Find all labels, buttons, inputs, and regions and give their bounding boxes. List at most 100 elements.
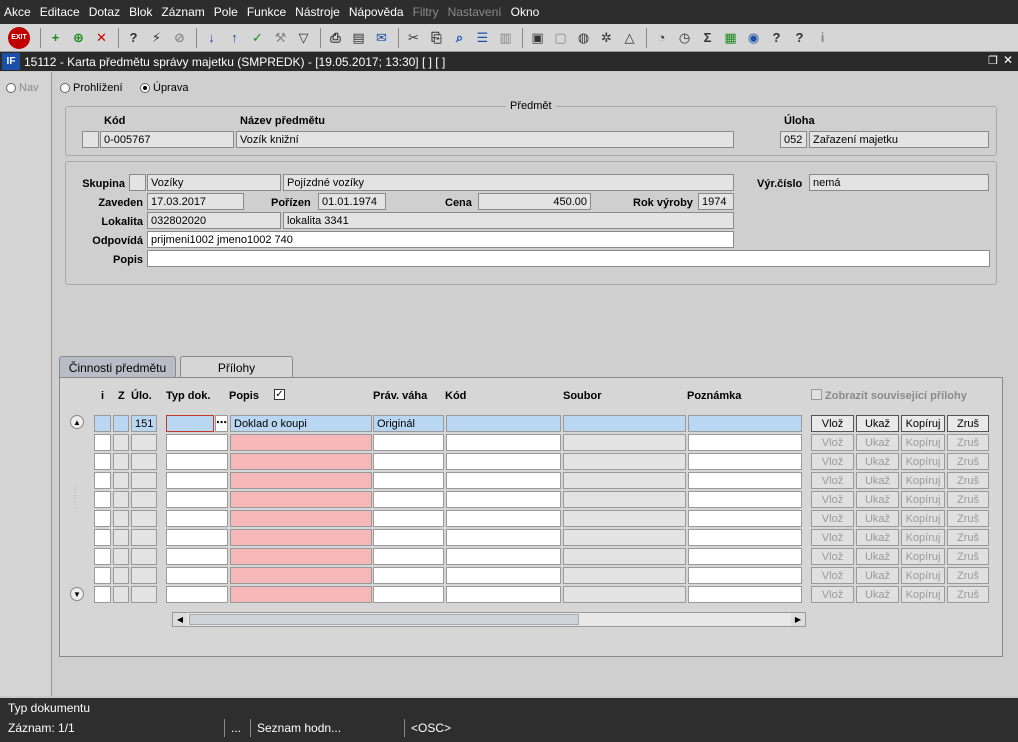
cell-ulo[interactable] — [131, 548, 157, 565]
cell-i[interactable] — [94, 567, 111, 584]
zrus-button[interactable]: Zruš — [947, 529, 989, 546]
cell-soubor[interactable] — [563, 529, 686, 546]
cell-soubor[interactable] — [563, 586, 686, 603]
menu-item[interactable]: Záznam — [161, 5, 204, 19]
search-icon[interactable]: ⌕ — [449, 27, 470, 48]
cell-ulo[interactable] — [131, 586, 157, 603]
menu-item[interactable]: Blok — [129, 5, 152, 19]
cell-poznamka[interactable] — [688, 491, 802, 508]
cell-prav-vaha[interactable] — [373, 586, 444, 603]
cell-popis[interactable] — [230, 453, 372, 470]
cell-ulo[interactable] — [131, 434, 157, 451]
zrus-button[interactable]: Zruš — [947, 510, 989, 527]
kopiruj-button[interactable]: Kopíruj — [901, 529, 945, 546]
close-window-icon[interactable]: ✕ — [1003, 53, 1013, 67]
zaveden-field[interactable]: 17.03.2017 — [147, 193, 244, 210]
rok-vyroby-field[interactable]: 1974 — [698, 193, 734, 210]
menu-item[interactable]: Akce — [4, 5, 31, 19]
vloz-button[interactable]: Vlož — [811, 472, 854, 489]
cell-poznamka[interactable] — [688, 472, 802, 489]
cell-ulo[interactable] — [131, 529, 157, 546]
vloz-button[interactable]: Vlož — [811, 415, 854, 432]
cell-typ-dok[interactable] — [166, 434, 228, 451]
commit-icon[interactable]: ✓ — [247, 27, 268, 48]
vloz-button[interactable]: Vlož — [811, 491, 854, 508]
vloz-button[interactable]: Vlož — [811, 453, 854, 470]
zrus-button[interactable]: Zruš — [947, 415, 989, 432]
cell-kod[interactable] — [446, 548, 561, 565]
cut-icon[interactable]: ✂ — [403, 27, 424, 48]
scroll-thumb[interactable] — [189, 614, 579, 625]
menu-item[interactable]: Nápověda — [349, 5, 404, 19]
print-preview-icon[interactable]: ▤ — [348, 27, 369, 48]
cell-kod[interactable] — [446, 472, 561, 489]
cell-kod[interactable] — [446, 586, 561, 603]
calendar-icon[interactable]: ◷ — [674, 27, 695, 48]
cell-z[interactable] — [113, 434, 129, 451]
cell-ulo[interactable] — [131, 510, 157, 527]
cell-typ-dok[interactable] — [166, 453, 228, 470]
menu-item[interactable]: Okno — [511, 5, 540, 19]
ukaz-button[interactable]: Ukaž — [856, 415, 899, 432]
enter-query-icon[interactable]: ? — [123, 27, 144, 48]
zobrazit-checkbox[interactable] — [811, 389, 822, 400]
filter-icon[interactable]: ▽ — [293, 27, 314, 48]
zrus-button[interactable]: Zruš — [947, 434, 989, 451]
mode-uprava[interactable]: Úprava — [140, 82, 188, 94]
cell-popis[interactable] — [230, 548, 372, 565]
web-icon[interactable]: ◉ — [743, 27, 764, 48]
cell-kod[interactable] — [446, 453, 561, 470]
insert-record-icon[interactable]: + — [45, 27, 66, 48]
popis-checkbox[interactable]: ✓ — [274, 389, 285, 400]
cell-typ-dok[interactable] — [166, 567, 228, 584]
ukaz-button[interactable]: Ukaž — [856, 510, 899, 527]
cell-i[interactable] — [94, 586, 111, 603]
skupina-prefix-field[interactable] — [129, 174, 146, 191]
kopiruj-button[interactable]: Kopíruj — [901, 510, 945, 527]
list-icon[interactable]: ☰ — [472, 27, 493, 48]
scroll-left-icon[interactable]: ◀ — [173, 613, 187, 626]
cell-i[interactable] — [94, 491, 111, 508]
popis-field[interactable] — [147, 250, 990, 267]
cell-ulo[interactable] — [131, 491, 157, 508]
cell-soubor[interactable] — [563, 548, 686, 565]
nazev-field[interactable]: Vozík knižní — [236, 131, 734, 148]
cell-z[interactable] — [113, 529, 129, 546]
cell-typ-dok[interactable] — [166, 510, 228, 527]
ukaz-button[interactable]: Ukaž — [856, 548, 899, 565]
cell-popis[interactable] — [230, 434, 372, 451]
cell-soubor[interactable] — [563, 510, 686, 527]
columns-icon[interactable]: ▥ — [495, 27, 516, 48]
cell-soubor[interactable] — [563, 472, 686, 489]
sum-icon[interactable]: Σ — [697, 27, 718, 48]
kopiruj-button[interactable]: Kopíruj — [901, 453, 945, 470]
ukaz-button[interactable]: Ukaž — [856, 453, 899, 470]
cell-poznamka[interactable] — [688, 415, 802, 432]
save-icon[interactable]: ▢ — [550, 27, 571, 48]
cell-popis[interactable] — [230, 586, 372, 603]
info-icon[interactable]: i — [812, 27, 833, 48]
cell-i[interactable] — [94, 434, 111, 451]
cell-popis[interactable] — [230, 472, 372, 489]
skupina-popis-field[interactable]: Pojízdné vozíky — [283, 174, 734, 191]
cena-field[interactable]: 450.00 — [478, 193, 591, 210]
cell-poznamka[interactable] — [688, 510, 802, 527]
help-icon[interactable]: ? — [766, 27, 787, 48]
ukaz-button[interactable]: Ukaž — [856, 586, 899, 603]
cell-i[interactable] — [94, 453, 111, 470]
cell-prav-vaha[interactable] — [373, 453, 444, 470]
cell-prav-vaha[interactable] — [373, 491, 444, 508]
cell-kod[interactable] — [446, 415, 561, 432]
cell-poznamka[interactable] — [688, 548, 802, 565]
cell-ulo[interactable] — [131, 567, 157, 584]
vloz-button[interactable]: Vlož — [811, 529, 854, 546]
context-help-icon[interactable]: ? — [789, 27, 810, 48]
kod-field[interactable]: 0-005767 — [100, 131, 234, 148]
mode-prohlizeni[interactable]: Prohlížení — [60, 82, 123, 94]
cell-soubor[interactable] — [563, 415, 686, 432]
cell-soubor[interactable] — [563, 567, 686, 584]
zrus-button[interactable]: Zruš — [947, 548, 989, 565]
cell-z[interactable] — [113, 415, 129, 432]
cell-typ-dok[interactable] — [166, 491, 228, 508]
uloha-code-field[interactable]: 052 — [780, 131, 807, 148]
